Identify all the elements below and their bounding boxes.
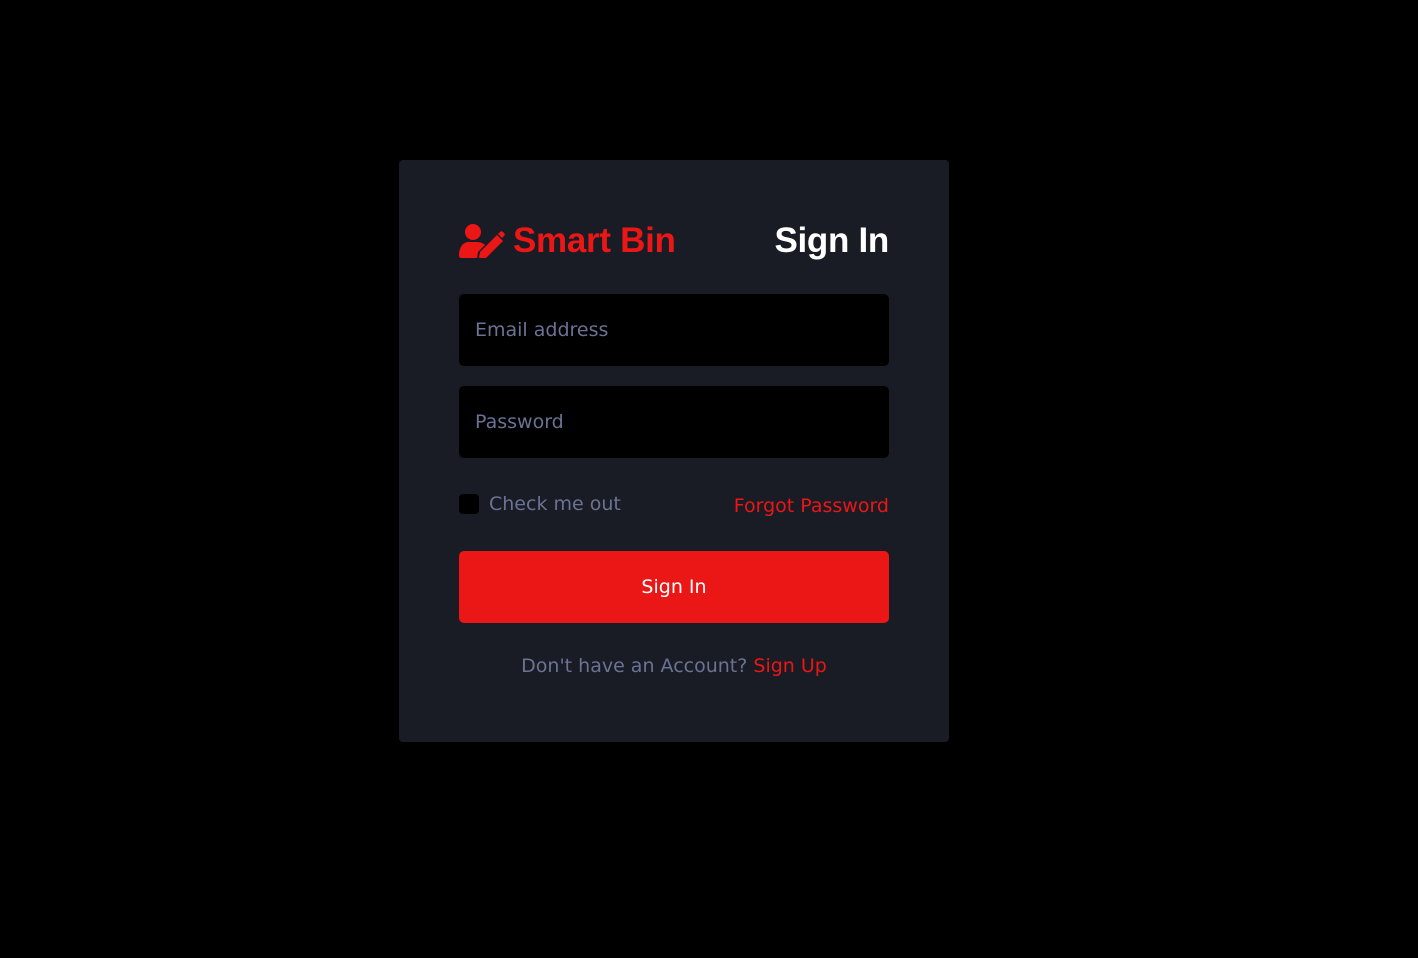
password-input[interactable]	[459, 386, 889, 458]
sign-up-link[interactable]: Sign Up	[753, 655, 826, 677]
brand-name: Smart Bin	[513, 221, 676, 260]
check-me-out-label: Check me out	[489, 493, 621, 515]
page-title: Sign In	[774, 221, 889, 260]
forgot-password-link[interactable]: Forgot Password	[734, 495, 889, 517]
signup-prompt: Don't have an Account? Sign Up	[459, 655, 889, 677]
brand-link[interactable]: Smart Bin	[459, 221, 676, 261]
check-me-out-control[interactable]: Check me out	[459, 493, 621, 515]
card-header: Smart Bin Sign In	[459, 221, 889, 261]
email-input[interactable]	[459, 294, 889, 366]
signup-prompt-text: Don't have an Account?	[521, 655, 748, 677]
check-me-out-checkbox[interactable]	[459, 494, 479, 514]
options-row: Check me out Forgot Password	[459, 492, 889, 517]
sign-in-button[interactable]: Sign In	[459, 551, 889, 623]
sign-in-card: Smart Bin Sign In Check me out Forgot Pa…	[399, 160, 949, 742]
user-edit-icon	[459, 223, 505, 259]
